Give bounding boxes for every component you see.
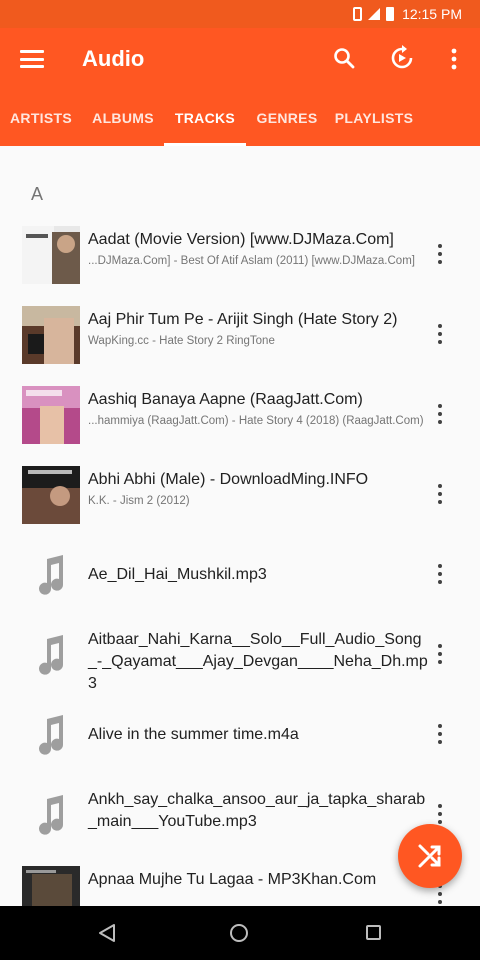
search-icon[interactable]	[332, 46, 356, 70]
track-title: Aadat (Movie Version) [www.DJMaza.Com]	[88, 231, 394, 248]
music-note-icon	[22, 546, 80, 604]
status-bar: 12:15 PM	[0, 0, 480, 28]
more-options-icon[interactable]	[434, 322, 446, 350]
track-title: Ae_Dil_Hai_Mushkil.mp3	[88, 566, 267, 583]
album-art	[22, 866, 80, 906]
track-title: Apnaa Mujhe Tu Lagaa - MP3Khan.Com	[88, 871, 377, 888]
album-art	[22, 306, 80, 364]
album-art	[22, 386, 80, 444]
tab-artists[interactable]: ARTISTS	[0, 90, 82, 146]
app-bar: Audio	[0, 28, 480, 90]
resume-playback-icon[interactable]	[388, 44, 416, 72]
track-subtitle: ...DJMaza.Com] - Best Of Atif Aslam (201…	[88, 255, 415, 267]
track-title: Alive in the summer time.m4a	[88, 726, 299, 743]
tab-bar: ARTISTS ALBUMS TRACKS GENRES PLAYLISTS	[0, 90, 480, 146]
signal-icon	[368, 8, 381, 20]
album-art	[22, 466, 80, 524]
track-row[interactable]: Aaj Phir Tum Pe - Arijit Singh (Hate Sto…	[0, 296, 480, 376]
track-title: Aashiq Banaya Aapne (RaagJatt.Com)	[88, 391, 363, 408]
status-time: 12:15 PM	[402, 6, 462, 22]
track-row[interactable]: Aitbaar_Nahi_Karna__Solo__Full_Audio_Son…	[0, 616, 480, 696]
recents-icon[interactable]	[366, 925, 381, 940]
overflow-menu-icon[interactable]	[442, 48, 466, 70]
track-row[interactable]: Aadat (Movie Version) [www.DJMaza.Com] .…	[0, 216, 480, 296]
track-title: Aaj Phir Tum Pe - Arijit Singh (Hate Sto…	[88, 311, 398, 328]
menu-icon[interactable]	[20, 50, 44, 68]
more-options-icon[interactable]	[434, 642, 446, 670]
tab-albums[interactable]: ALBUMS	[82, 90, 164, 146]
track-list[interactable]: A Aadat (Movie Version) [www.DJMaza.Com]…	[0, 146, 480, 906]
tab-genres[interactable]: GENRES	[246, 90, 328, 146]
track-title: Ankh_say_chalka_ansoo_aur_ja_tapka_shara…	[88, 791, 426, 830]
section-header: A	[31, 184, 44, 204]
track-title: Aitbaar_Nahi_Karna__Solo__Full_Audio_Son…	[88, 631, 428, 692]
track-row[interactable]: Ae_Dil_Hai_Mushkil.mp3	[0, 536, 480, 616]
home-icon[interactable]	[230, 924, 248, 942]
shuffle-button[interactable]	[398, 824, 462, 888]
track-row[interactable]: Abhi Abhi (Male) - DownloadMing.INFO K.K…	[0, 456, 480, 536]
track-title: Abhi Abhi (Male) - DownloadMing.INFO	[88, 471, 369, 488]
music-note-icon	[22, 786, 80, 844]
track-row[interactable]: Aashiq Banaya Aapne (RaagJatt.Com) ...ha…	[0, 376, 480, 456]
back-icon[interactable]	[98, 923, 116, 943]
track-subtitle: K.K. - Jism 2 (2012)	[88, 495, 190, 507]
track-subtitle: ...hammiya (RaagJatt.Com) - Hate Story 4…	[88, 415, 424, 427]
more-options-icon[interactable]	[434, 242, 446, 270]
navigation-bar	[0, 906, 480, 960]
more-options-icon[interactable]	[434, 722, 446, 750]
more-options-icon[interactable]	[434, 482, 446, 510]
app-title: Audio	[82, 46, 145, 71]
tab-tracks[interactable]: TRACKS	[164, 90, 246, 146]
track-subtitle: WapKing.cc - Hate Story 2 RingTone	[88, 335, 275, 347]
track-row[interactable]: Alive in the summer time.m4a	[0, 696, 480, 776]
more-options-icon[interactable]	[434, 402, 446, 430]
battery-icon	[386, 7, 395, 21]
more-options-icon[interactable]	[434, 562, 446, 590]
tab-playlists[interactable]: PLAYLISTS	[328, 90, 420, 146]
status-icons	[353, 7, 395, 21]
shuffle-icon	[418, 844, 441, 868]
music-note-icon	[22, 706, 80, 764]
music-note-icon	[22, 626, 80, 684]
album-art	[22, 226, 80, 284]
vibrate-icon	[353, 7, 363, 21]
